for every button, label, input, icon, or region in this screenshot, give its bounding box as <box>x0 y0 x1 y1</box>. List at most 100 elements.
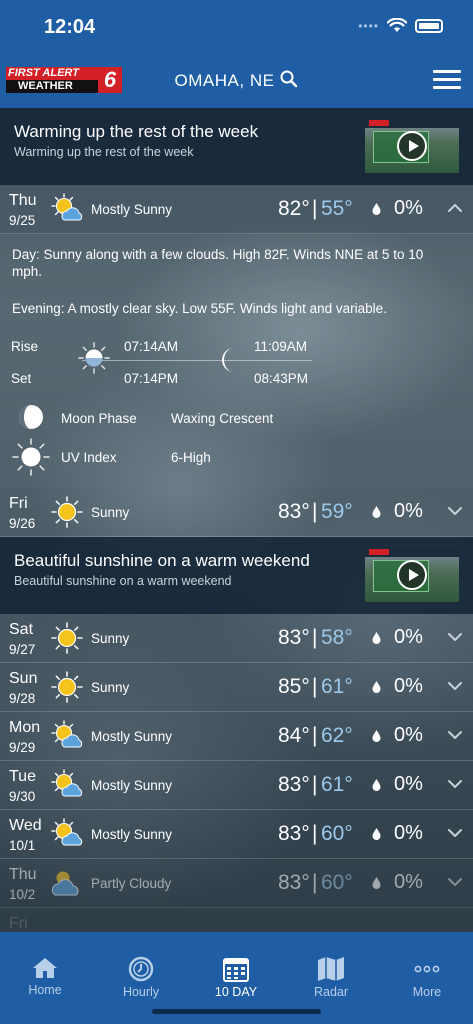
location-selector[interactable]: OMAHA, NE <box>0 70 473 91</box>
precip-drop-icon <box>372 779 381 791</box>
day-row[interactable]: Wed 10/1 Mostly Sunny 83° | 60° 0% <box>0 810 473 859</box>
video-thumbnail[interactable] <box>365 548 459 602</box>
chevron-down-icon[interactable] <box>447 876 463 888</box>
nav-label: Hourly <box>122 985 160 999</box>
sunny-icon <box>50 621 84 655</box>
location-label: OMAHA, NE <box>174 71 275 90</box>
chevron-down-icon[interactable] <box>447 778 463 790</box>
temp-separator: | <box>312 822 318 845</box>
precip-drop-icon <box>372 203 381 215</box>
sunrise-icon <box>78 342 110 374</box>
clock-icon <box>128 956 154 982</box>
precip-chance: 0% <box>394 773 423 795</box>
partly-cloudy-icon <box>50 866 84 900</box>
precip-drop-icon <box>372 506 381 518</box>
precip-chance: 0% <box>394 197 423 219</box>
temp-separator: | <box>312 197 318 220</box>
chevron-down-icon[interactable] <box>447 505 463 517</box>
condition: Partly Cloudy <box>91 876 172 891</box>
nav-10-day[interactable]: 10 DAY <box>196 956 276 999</box>
temp-separator: | <box>312 675 318 698</box>
video-subtitle: Beautiful sunshine on a warm weekend <box>14 574 232 588</box>
nav-label: More <box>412 985 442 999</box>
high-temp: 83° <box>278 822 310 845</box>
precip-chance: 0% <box>394 626 423 648</box>
day-date: 9/27 <box>9 642 36 657</box>
day-name: Tue <box>9 768 36 785</box>
app-header: FIRST ALERT WEATHER 6 OMAHA, NE <box>0 52 473 108</box>
play-icon[interactable] <box>397 560 427 590</box>
condition: Mostly Sunny <box>91 202 173 217</box>
home-icon <box>33 958 57 978</box>
video-thumbnail[interactable] <box>365 119 459 173</box>
day-row[interactable]: Thu 9/25 Mostly Sunny 82° | 55° 0% <box>0 185 473 234</box>
day-row[interactable]: Thu 10/2 Partly Cloudy 83° | 60° 0% <box>0 859 473 908</box>
day-name: Sat <box>9 621 34 638</box>
video-title: Warming up the rest of the week <box>14 122 259 141</box>
video-card[interactable]: Beautiful sunshine on a warm weekend Bea… <box>0 537 473 614</box>
precip-drop-icon <box>372 632 381 644</box>
temp-separator: | <box>312 871 318 894</box>
wifi-icon <box>387 18 407 32</box>
calendar-icon <box>223 958 249 982</box>
low-temp: 62° <box>321 724 353 747</box>
day-row[interactable]: Tue 9/30 Mostly Sunny 83° | 61° 0% <box>0 761 473 810</box>
horizon-line <box>82 360 312 361</box>
high-temp: 83° <box>278 500 310 523</box>
uv-index-icon <box>12 438 50 476</box>
low-temp: 61° <box>321 773 353 796</box>
day-row[interactable]: Sun 9/28 Sunny 85° | 61° 0% <box>0 663 473 712</box>
day-name: Thu <box>9 192 37 209</box>
moon-phase-value: Waxing Crescent <box>171 411 274 426</box>
video-card[interactable]: Warming up the rest of the week Warming … <box>0 108 473 185</box>
day-row[interactable]: Fri <box>0 908 473 932</box>
nav-radar[interactable]: Radar <box>291 956 371 999</box>
chevron-down-icon[interactable] <box>447 631 463 643</box>
day-date: 9/30 <box>9 789 36 804</box>
high-temp: 83° <box>278 773 310 796</box>
day-name: Fri <box>9 915 28 932</box>
home-indicator[interactable] <box>152 1009 321 1014</box>
hamburger-menu-icon[interactable] <box>433 70 461 90</box>
condition: Mostly Sunny <box>91 778 173 793</box>
precip-chance: 0% <box>394 871 423 893</box>
precip-chance: 0% <box>394 675 423 697</box>
nav-label: 10 DAY <box>214 985 258 999</box>
battery-icon <box>415 19 443 33</box>
day-name: Fri <box>9 495 28 512</box>
chevron-down-icon[interactable] <box>447 680 463 692</box>
sunny-icon <box>50 495 84 529</box>
day-date: 9/28 <box>9 691 36 706</box>
search-icon[interactable] <box>280 70 298 88</box>
day-date: 10/1 <box>9 838 36 853</box>
play-icon[interactable] <box>397 131 427 161</box>
condition: Sunny <box>91 505 130 520</box>
low-temp: 58° <box>321 626 353 649</box>
more-dots-icon <box>414 965 440 973</box>
day-row[interactable]: Sat 9/27 Sunny 83° | 58° 0% <box>0 614 473 663</box>
day-details-panel: Day: Sunny along with a few clouds. High… <box>0 235 473 488</box>
day-date: 9/25 <box>9 213 36 228</box>
precip-drop-icon <box>372 730 381 742</box>
status-bar: 12:04 •••• <box>0 0 473 52</box>
chevron-up-icon[interactable] <box>447 202 463 214</box>
nav-hourly[interactable]: Hourly <box>101 956 181 999</box>
condition: Mostly Sunny <box>91 729 173 744</box>
uv-index-label: UV Index <box>61 450 117 465</box>
high-temp: 84° <box>278 724 310 747</box>
day-row[interactable]: Mon 9/29 Mostly Sunny 84° | 62° 0% <box>0 712 473 761</box>
mostly-sunny-icon <box>50 768 84 802</box>
day-row[interactable]: Fri 9/26 Sunny 83° | 59° 0% <box>0 488 473 537</box>
sunset-time: 07:14PM <box>124 371 179 386</box>
day-name: Thu <box>9 866 37 883</box>
nav-more[interactable]: More <box>387 956 467 999</box>
sunrise-time: 07:14AM <box>124 339 179 354</box>
temp-separator: | <box>312 626 318 649</box>
mostly-sunny-icon <box>50 719 84 753</box>
chevron-down-icon[interactable] <box>447 827 463 839</box>
nav-home[interactable]: Home <box>5 956 85 997</box>
chevron-down-icon[interactable] <box>447 729 463 741</box>
status-time: 12:04 <box>44 16 96 38</box>
high-temp: 85° <box>278 675 310 698</box>
precip-chance: 0% <box>394 822 423 844</box>
